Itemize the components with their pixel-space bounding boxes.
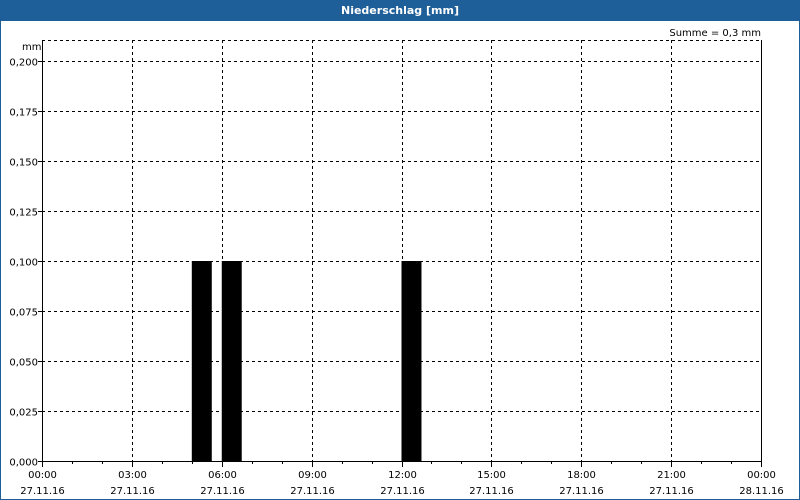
y-tick-label: 0,200 <box>9 58 38 69</box>
x-tick-time: 00:00 <box>28 470 57 481</box>
y-tick-label: 0,025 <box>9 408 38 419</box>
y-tick-label: 0,175 <box>9 108 38 119</box>
x-tick-date: 27.11.16 <box>200 486 245 497</box>
x-tick-date: 27.11.16 <box>380 486 425 497</box>
y-tick-label: 0,000 <box>9 458 38 469</box>
x-tick-time: 12:00 <box>388 470 417 481</box>
x-tick-labels: 00:00 27.11.16 03:00 27.11.16 06:00 27.11.16 0… <box>20 470 784 497</box>
x-tick-time: 06:00 <box>208 470 237 481</box>
precipitation-bar <box>191 261 212 461</box>
y-tick-labels: 0,000 0,025 0,050 0,075 0,100 0,125 0,150 0,175… <box>9 58 38 469</box>
x-tick-date: 27.11.16 <box>469 486 514 497</box>
y-tick-label: 0,075 <box>9 308 38 319</box>
axes <box>38 40 762 467</box>
x-tick-time: 00:00 <box>747 470 776 481</box>
x-tick-date: 27.11.16 <box>110 486 155 497</box>
precipitation-bar <box>401 261 422 461</box>
y-tick-label: 0,100 <box>9 258 38 269</box>
y-tick-label: 0,050 <box>9 358 38 369</box>
x-tick-date: 27.11.16 <box>20 486 65 497</box>
x-tick-date: 27.11.16 <box>559 486 604 497</box>
y-tick-label: 0,150 <box>9 158 38 169</box>
x-tick-date: 28.11.16 <box>739 486 784 497</box>
x-tick-time: 21:00 <box>657 470 686 481</box>
precipitation-bar <box>221 261 242 461</box>
precipitation-chart: mm Summe = 0,3 mm 0,0000,0250,0500,0750,… <box>9 28 784 497</box>
x-tick-time: 15:00 <box>477 470 506 481</box>
x-tick-time: 09:00 <box>298 470 327 481</box>
y-tick-label: 0,125 <box>9 208 38 219</box>
y-axis-unit-label: mm <box>22 42 41 53</box>
x-tick-date: 27.11.16 <box>290 486 335 497</box>
sum-annotation: Summe = 0,3 mm <box>669 28 761 39</box>
x-tick-time: 18:00 <box>567 470 596 481</box>
x-tick-date: 27.11.16 <box>649 486 694 497</box>
x-tick-time: 03:00 <box>118 470 147 481</box>
